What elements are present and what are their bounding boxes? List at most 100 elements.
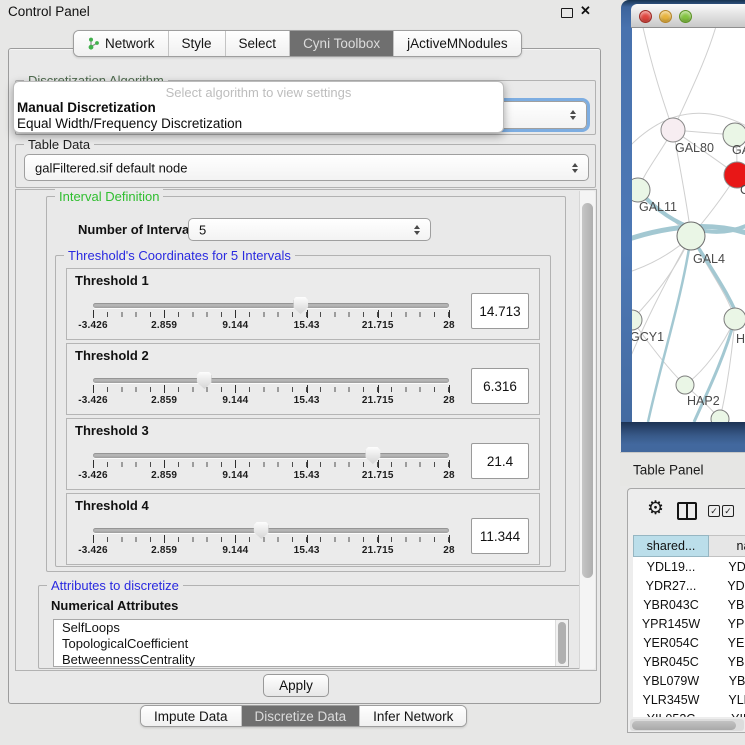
tab-select[interactable]: Select	[225, 31, 290, 56]
network-canvas[interactable]: GAL80 GA C GAL11 GAL4 GCY1 H HAP2	[632, 28, 745, 422]
mac-close-button[interactable]	[639, 10, 652, 23]
top-tab-bar: Network Style Select Cyni Toolbox jActiv…	[73, 30, 522, 57]
scale-label: -3.426	[78, 395, 108, 406]
node-label-hap2: HAP2	[687, 394, 720, 408]
list-item[interactable]: SelfLoops	[54, 620, 568, 636]
combo-arrows-icon	[570, 110, 576, 120]
close-icon[interactable]: ✕	[580, 3, 591, 19]
threshold-2-value-field[interactable]	[471, 368, 529, 404]
scrollbar-thumb[interactable]	[582, 203, 593, 578]
threshold-3-value-field[interactable]	[471, 443, 529, 479]
threshold-3-slider: -3.426 2.859 9.144 15.43 21.715 28	[93, 447, 449, 487]
tab-label: Select	[239, 36, 277, 51]
split-columns-icon[interactable]	[677, 502, 697, 520]
scale-label: -3.426	[78, 545, 108, 556]
table-data-combobox[interactable]: galFiltered.sif default node	[24, 154, 589, 181]
group-title: Interval Definition	[55, 189, 163, 204]
table-row[interactable]: YER054CYER0	[633, 633, 745, 652]
scale-label: 9.144	[222, 320, 248, 331]
tab-discretize-data[interactable]: Discretize Data	[241, 706, 360, 726]
table-row[interactable]: YBL079WYBL0	[633, 671, 745, 690]
checkbox-icon[interactable]: ✓	[722, 505, 734, 517]
tab-impute-data[interactable]: Impute Data	[141, 706, 241, 726]
list-item[interactable]: BetweennessCentrality	[54, 652, 568, 667]
combo-arrows-icon	[414, 225, 420, 235]
scale-label: -3.426	[78, 320, 108, 331]
tab-cyni-toolbox[interactable]: Cyni Toolbox	[289, 31, 393, 56]
node-label-cut: GA	[732, 143, 745, 157]
threshold-2-panel: Threshold 2 -3.426 2.859 9.144 15.43	[66, 343, 540, 415]
combo-value: 5	[199, 222, 206, 237]
popup-item-equal-width-frequency[interactable]: Equal Width/Frequency Discretization	[14, 116, 503, 132]
scale-label: 21.715	[362, 320, 394, 331]
scale-label: 9.144	[222, 470, 248, 481]
column-header-name[interactable]: na	[709, 535, 745, 557]
node-h[interactable]	[724, 308, 745, 330]
interval-definition-group: Interval Definition Number of Intervals …	[46, 196, 566, 572]
scale-label: 21.715	[362, 545, 394, 556]
tab-label: Cyni Toolbox	[303, 36, 380, 51]
scale-label: 28	[443, 320, 455, 331]
popup-item-manual-discretization[interactable]: Manual Discretization	[14, 100, 503, 116]
horizontal-scrollbar[interactable]	[630, 719, 744, 731]
slider-track[interactable]	[93, 453, 449, 458]
numerical-attributes-label: Numerical Attributes	[51, 598, 178, 613]
slider-ticks	[93, 387, 449, 392]
float-window-icon[interactable]	[561, 8, 573, 18]
column-header-shared-name[interactable]: shared...	[633, 535, 709, 557]
scale-label: 15.43	[294, 545, 320, 556]
checkbox-icon[interactable]: ✓	[708, 505, 720, 517]
number-of-intervals-combobox[interactable]: 5	[188, 218, 431, 241]
node-label-cut: C	[740, 183, 745, 197]
node-gcy1[interactable]	[632, 310, 642, 330]
threshold-1-panel: Threshold 1 -3.426 2.859 9.144 15.43	[66, 268, 540, 340]
group-title: Table Data	[24, 137, 94, 152]
threshold-label: Threshold 3	[75, 423, 149, 438]
tab-infer-network[interactable]: Infer Network	[359, 706, 466, 726]
node-gal4[interactable]	[677, 222, 705, 250]
mac-zoom-button[interactable]	[679, 10, 692, 23]
table-row[interactable]: YDR27...YDR2	[633, 576, 745, 595]
threshold-4-value-field[interactable]	[471, 518, 529, 554]
table-row[interactable]: YLR345WYLR3	[633, 690, 745, 709]
tab-label: Network	[105, 36, 155, 51]
node-hap2[interactable]	[676, 376, 694, 394]
slider-track[interactable]	[93, 378, 449, 383]
table-row[interactable]: YBR043CYBR0	[633, 595, 745, 614]
scale-label: 15.43	[294, 320, 320, 331]
tab-network[interactable]: Network	[74, 31, 168, 56]
slider-track[interactable]	[93, 303, 449, 308]
bottom-tab-bar: Impute Data Discretize Data Infer Networ…	[140, 705, 467, 727]
thresholds-coordinates-group: Threshold's Coordinates for 5 Intervals …	[55, 255, 551, 567]
table-row[interactable]: YBR045CYBR0	[633, 652, 745, 671]
threshold-1-value-field[interactable]	[471, 293, 529, 329]
gear-icon[interactable]: ⚙	[647, 499, 664, 518]
scale-label: 21.715	[362, 470, 394, 481]
threshold-4-panel: Threshold 4 -3.426 2.859 9.144 15.43	[66, 493, 540, 565]
threshold-label: Threshold 4	[75, 498, 149, 513]
threshold-4-slider: -3.426 2.859 9.144 15.43 21.715 28	[93, 522, 449, 562]
table-data-group: Table Data galFiltered.sif default node	[15, 144, 596, 188]
slider-track[interactable]	[93, 528, 449, 533]
table-row[interactable]: YPR145WYPR1	[633, 614, 745, 633]
list-scrollbar[interactable]	[555, 620, 568, 666]
scrollbar-thumb[interactable]	[632, 721, 736, 730]
tab-style[interactable]: Style	[168, 31, 225, 56]
node-label-gal80: GAL80	[675, 141, 714, 155]
node-gal80[interactable]	[661, 118, 685, 142]
slider-ticks	[93, 462, 449, 467]
group-title: Threshold's Coordinates for 5 Intervals	[64, 248, 295, 263]
table-row[interactable]: YDL19...YDL1	[633, 557, 745, 576]
table-row[interactable]: YIL052CYIL0	[633, 709, 745, 717]
scrollbar-thumb[interactable]	[558, 622, 566, 664]
panel-title: Control Panel	[8, 4, 90, 19]
tab-jactivemnodules[interactable]: jActiveMNodules	[393, 31, 521, 56]
node-label-gal4: GAL4	[693, 252, 725, 266]
apply-button[interactable]: Apply	[263, 674, 329, 697]
tab-label: Impute Data	[154, 709, 228, 724]
mac-minimize-button[interactable]	[659, 10, 672, 23]
vertical-scrollbar[interactable]	[579, 191, 595, 669]
list-item[interactable]: TopologicalCoefficient	[54, 636, 568, 652]
threshold-label: Threshold 1	[75, 273, 149, 288]
table-toolbar: ⚙ ✓ ✓	[628, 489, 745, 533]
